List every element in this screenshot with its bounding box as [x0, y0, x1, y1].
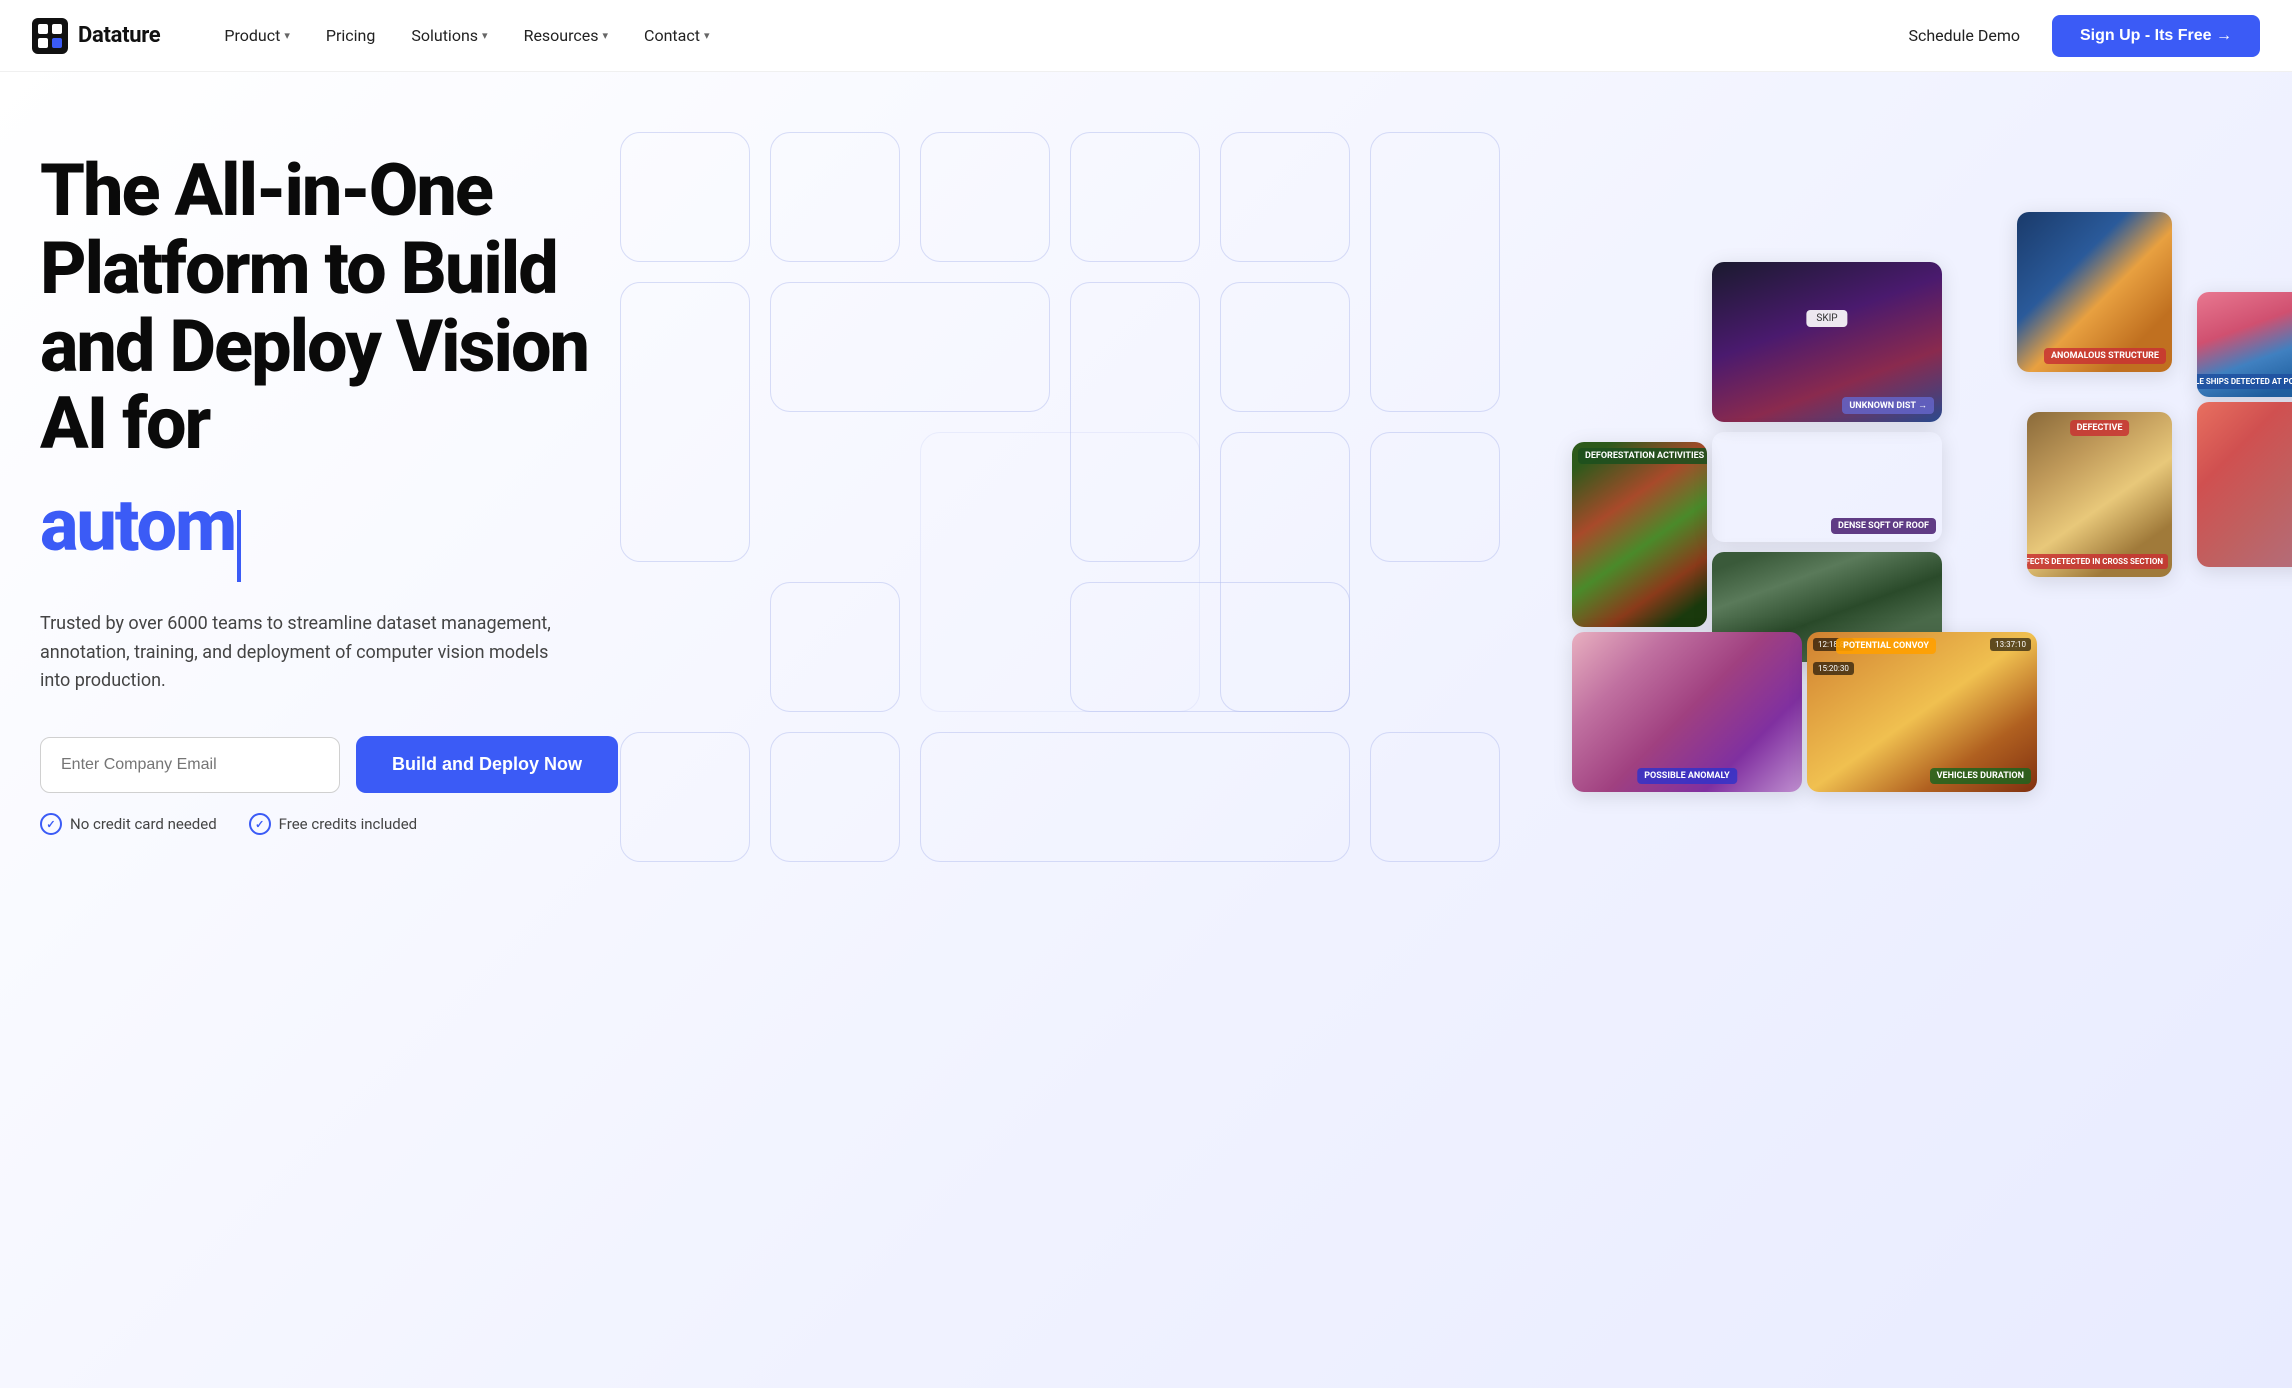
badge-no-credit-card: No credit card needed	[40, 813, 217, 835]
chevron-down-icon: ▾	[482, 29, 488, 42]
hero-title: The All-in-One Platform to Build and Dep…	[40, 152, 620, 463]
logo-icon	[32, 18, 68, 54]
cross-section-label: DEFECTS DETECTED IN CROSS SECTION	[2027, 554, 2168, 569]
time-label-2: 13:37:10	[1990, 638, 2031, 651]
badge-free-credits: Free credits included	[249, 813, 417, 835]
image-card-cross-section: DEFECTIVE DEFECTS DETECTED IN CROSS SECT…	[2027, 412, 2172, 577]
image-card-deforestation: DEFORESTATION ACTIVITIES	[1572, 442, 1707, 627]
skip-label: SKIP	[1806, 310, 1847, 327]
nav-item-pricing[interactable]: Pricing	[310, 18, 392, 53]
image-card-vehicles: 12:18:80 13:37:10 15:20:30 VEHICLES DURA…	[1807, 632, 2037, 792]
convoy-label: POTENTIAL CONVOY	[1836, 638, 1936, 654]
hero-section: The All-in-One Platform to Build and Dep…	[0, 72, 2292, 1388]
chevron-down-icon: ▾	[603, 29, 609, 42]
ships-label: MULTIPLE SHIPS DETECTED AT PORT C	[2197, 374, 2292, 389]
typed-text: autom	[40, 483, 235, 568]
hero-visual: SKIP UNKNOWN DIST → ANOMALOUS STRUCTURE …	[1492, 102, 2292, 882]
unknown-label: UNKNOWN DIST →	[1842, 397, 1934, 414]
image-card-ships: MULTIPLE SHIPS DETECTED AT PORT C	[2197, 292, 2292, 397]
hero-cta: Build and Deploy Now	[40, 736, 620, 793]
nav-links: Product ▾ Pricing Solutions ▾ Resources …	[208, 18, 1892, 53]
hero-content: The All-in-One Platform to Build and Dep…	[0, 72, 620, 895]
typing-cursor	[237, 510, 241, 582]
image-cards: SKIP UNKNOWN DIST → ANOMALOUS STRUCTURE …	[1492, 102, 2292, 882]
nav-actions: Schedule Demo Sign Up - Its Free →	[1892, 15, 2260, 57]
signup-button[interactable]: Sign Up - Its Free →	[2052, 15, 2260, 57]
nav-item-resources[interactable]: Resources ▾	[508, 18, 624, 53]
nav-item-product[interactable]: Product ▾	[208, 18, 305, 53]
schedule-demo-link[interactable]: Schedule Demo	[1892, 18, 2036, 53]
structure-label: ANOMALOUS STRUCTURE	[2044, 348, 2166, 364]
logo[interactable]: Datature	[32, 18, 160, 54]
chevron-down-icon: ▾	[704, 29, 710, 42]
roof-label: DENSE SQFT OF ROOF	[1831, 518, 1936, 534]
time-label-3: 15:20:30	[1813, 662, 1854, 675]
check-icon	[40, 813, 62, 835]
image-card-satellite-large: SKIP UNKNOWN DIST →	[1712, 262, 1942, 422]
anomaly-label: POSSIBLE ANOMALY	[1637, 768, 1737, 784]
image-card-ships-2	[2197, 402, 2292, 567]
hero-subtitle: Trusted by over 6000 teams to streamline…	[40, 610, 580, 696]
nav-item-contact[interactable]: Contact ▾	[628, 18, 725, 53]
email-input[interactable]	[40, 737, 340, 793]
logo-text: Datature	[78, 23, 160, 48]
cta-button[interactable]: Build and Deploy Now	[356, 736, 618, 793]
chevron-down-icon: ▾	[284, 29, 290, 42]
deforestation-label: DEFORESTATION ACTIVITIES	[1578, 448, 1707, 464]
image-card-structure: ANOMALOUS STRUCTURE	[2017, 212, 2172, 372]
image-card-roof: DENSE SQFT OF ROOF	[1712, 432, 1942, 542]
nav-item-solutions[interactable]: Solutions ▾	[395, 18, 503, 53]
vehicles-label: VEHICLES DURATION	[1930, 768, 2031, 784]
check-icon	[249, 813, 271, 835]
navbar: Datature Product ▾ Pricing Solutions ▾ R…	[0, 0, 2292, 72]
image-card-cell-anomaly: POSSIBLE ANOMALY	[1572, 632, 1802, 792]
hero-typed-line: autom	[40, 483, 620, 582]
hero-badges: No credit card needed Free credits inclu…	[40, 813, 620, 835]
